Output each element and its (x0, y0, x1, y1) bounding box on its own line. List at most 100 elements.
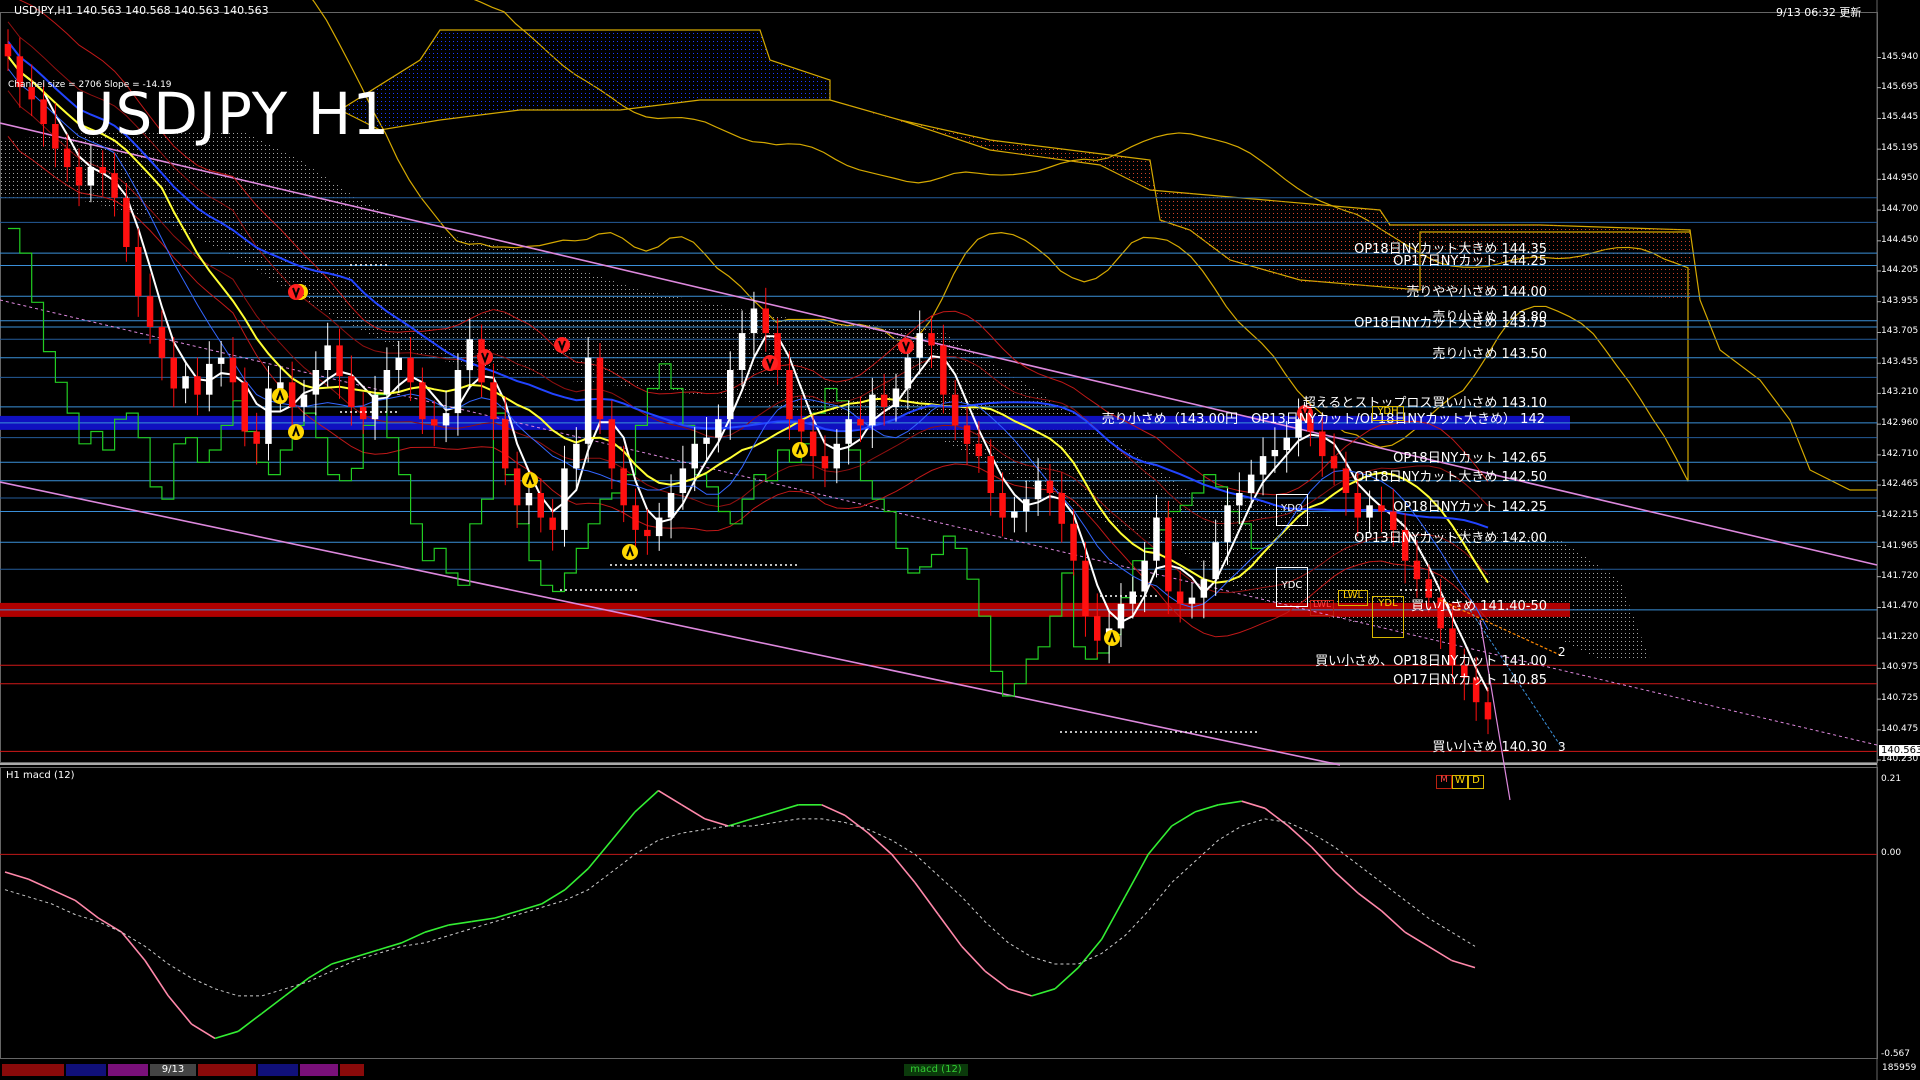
level-label-1: OP17日NYカット 144.25 (1393, 254, 1547, 270)
macd-tick-2: -0.567 (1881, 1049, 1911, 1059)
candle-body-33 (395, 357, 402, 370)
macd-tick-0: 0.21 (1881, 774, 1902, 784)
tf-bar-1[interactable] (2, 1064, 64, 1076)
candle-body-82 (975, 443, 983, 457)
level-label-2: 売りやや小さめ 144.00 (1406, 285, 1547, 301)
candle-body-8 (99, 167, 106, 174)
price-tick-0: 145.940 (1881, 51, 1919, 62)
candle-body-24 (288, 382, 296, 407)
price-tick-15: 142.215 (1881, 509, 1919, 520)
candle-body-85 (1011, 511, 1018, 518)
box-ydo: YDO (1276, 494, 1308, 526)
candle-body-42 (502, 419, 509, 469)
candle-body-57 (679, 468, 687, 493)
candle-body-114 (1354, 493, 1361, 518)
candle-body-71 (845, 419, 852, 444)
price-tick-18: 141.470 (1881, 601, 1919, 612)
candle-body-80 (951, 394, 959, 426)
tf-bar-3[interactable] (108, 1064, 148, 1076)
candle-body-16 (194, 376, 201, 395)
candle-body-95 (1129, 591, 1136, 604)
candle-body-116 (1378, 505, 1385, 512)
candle-body-53 (632, 505, 639, 530)
candle-body-49 (584, 357, 592, 444)
box-lwl: LWL (1310, 600, 1334, 616)
candle-body-100 (1188, 597, 1196, 604)
price-tick-16: 141.965 (1881, 540, 1919, 551)
candle-body-28 (336, 345, 343, 377)
candle-body-59 (703, 437, 710, 444)
level-label-15: 買い小さめ 140.30 (1432, 740, 1547, 756)
candle-body-107 (1271, 450, 1279, 457)
candle-body-26 (312, 370, 320, 395)
candle-body-46 (549, 517, 556, 530)
price-tick-9: 143.705 (1881, 326, 1919, 337)
candle-body-41 (490, 382, 497, 420)
level-label-14: OP17日NYカット 140.85 (1393, 672, 1547, 688)
candle-body-56 (667, 493, 675, 518)
candle-body-113 (1342, 468, 1350, 493)
level-label-13: 買い小さめ、OP18日NYカット 141.00 (1315, 654, 1547, 670)
tf-bar-5[interactable] (198, 1064, 256, 1076)
candle-body-97 (1153, 517, 1160, 561)
box-ydh: YDH (1372, 406, 1404, 421)
candle-body-45 (537, 493, 544, 518)
candle-body-19 (229, 357, 237, 383)
candle-body-50 (596, 357, 604, 420)
candle-body-111 (1319, 431, 1326, 457)
level-label-12: 買い小さめ 141.40-50 (1411, 598, 1547, 614)
price-tick-11: 143.210 (1881, 387, 1919, 398)
candle-body-115 (1366, 505, 1373, 518)
candle-body-17 (206, 363, 213, 395)
candle-body-86 (1023, 499, 1030, 512)
candle-body-30 (359, 406, 367, 420)
price-tick-13: 142.710 (1881, 448, 1919, 459)
candle-body-103 (1224, 505, 1231, 543)
update-timestamp: 9/13 06:32 更新 (1776, 6, 1862, 19)
candle-body-14 (170, 357, 177, 389)
price-tick-22: 140.475 (1881, 723, 1919, 734)
candle-body-39 (466, 339, 473, 371)
candle-body-52 (620, 468, 627, 506)
tf-bar-2[interactable] (66, 1064, 106, 1076)
tf-bar-7[interactable] (300, 1064, 338, 1076)
bottom-counter: 185959 (1882, 1063, 1917, 1073)
candle-body-105 (1247, 474, 1255, 494)
candle-body-25 (300, 394, 308, 407)
candle-body-73 (869, 394, 876, 426)
price-tick-23: 140.230 (1881, 754, 1919, 764)
tf-bar-6[interactable] (258, 1064, 298, 1076)
box-ydl: YDL (1372, 596, 1404, 638)
price-tick-7: 144.205 (1881, 264, 1919, 275)
candle-body-68 (809, 431, 817, 457)
level-label-5: 売り小さめ 143.50 (1432, 346, 1547, 362)
candle-body-47 (561, 468, 568, 530)
candle-body-31 (371, 394, 379, 420)
candle-body-66 (786, 370, 793, 420)
tf-date: 9/13 (150, 1064, 196, 1076)
candle-body-38 (454, 370, 462, 414)
level-label-10: OP18日NYカット 142.25 (1393, 500, 1547, 516)
candle-body-36 (431, 419, 438, 426)
candle-body-112 (1330, 456, 1338, 469)
box-w: W (1452, 775, 1468, 789)
candle-body-87 (1034, 480, 1042, 500)
tf-bar-8[interactable] (340, 1064, 364, 1076)
candle-body-60 (715, 419, 722, 438)
price-tick-5: 144.700 (1881, 204, 1919, 215)
price-tick-2: 145.445 (1881, 112, 1919, 123)
candle-body-89 (1058, 493, 1065, 524)
candle-body-101 (1200, 579, 1208, 598)
price-tick-20: 140.975 (1881, 662, 1919, 673)
candle-body-22 (265, 388, 272, 444)
candle-body-7 (87, 167, 95, 186)
candle-body-34 (407, 357, 414, 383)
candle-body-99 (1176, 591, 1184, 604)
candle-body-54 (644, 529, 651, 537)
level-label-8: OP18日NYカット 142.65 (1393, 451, 1547, 467)
tab-macd[interactable]: macd (12) (904, 1064, 968, 1076)
candle-body-48 (573, 443, 580, 469)
candle-body-90 (1070, 523, 1077, 561)
candle-body-12 (146, 296, 154, 327)
candle-body-119 (1413, 560, 1421, 580)
